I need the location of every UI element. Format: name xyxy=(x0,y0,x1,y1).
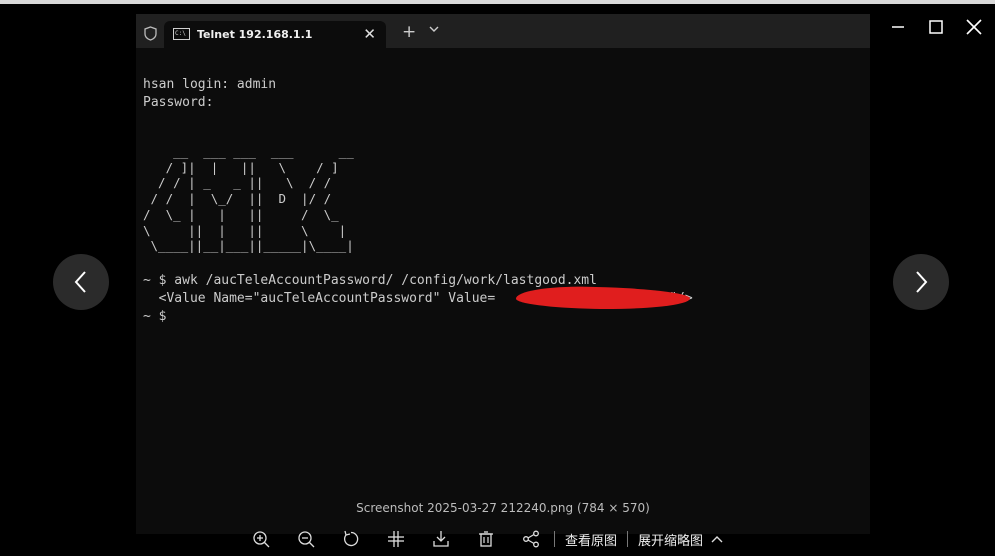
minimize-button[interactable] xyxy=(889,18,907,36)
zoom-out-icon xyxy=(298,531,315,548)
ascii-art-banner: __ ___ ___ ___ __ / ]| | || \ / ] / / | … xyxy=(143,144,354,254)
terminal-login-output: hsan login: admin Password: xyxy=(143,76,276,112)
chevron-left-icon xyxy=(74,271,86,293)
close-icon xyxy=(966,19,982,35)
toolbar-divider xyxy=(627,531,629,547)
maximize-icon xyxy=(929,20,943,34)
zoom-out-button[interactable] xyxy=(296,529,316,549)
output-prefix: <Value Name="aucTeleAccountPassword" Val… xyxy=(143,291,496,306)
viewer-toolbar: 查看原图 展开缩略图 xyxy=(251,528,723,550)
viewer-window-controls xyxy=(889,18,983,36)
minimize-icon xyxy=(892,26,904,28)
maximize-button[interactable] xyxy=(927,18,945,36)
terminal-icon: C:\ xyxy=(173,28,190,40)
prompt-line: ~ $ xyxy=(143,309,167,324)
tab-title: Telnet 192.168.1.1 xyxy=(197,28,313,41)
share-icon xyxy=(523,530,539,548)
new-tab-icon[interactable]: + xyxy=(402,22,416,42)
shield-icon xyxy=(144,26,157,41)
fit-button[interactable] xyxy=(386,529,406,549)
chevron-down-icon[interactable] xyxy=(429,26,439,33)
toolbar-divider xyxy=(554,531,555,547)
view-original-button[interactable]: 查看原图 xyxy=(565,530,617,549)
previous-image-button[interactable] xyxy=(53,254,109,310)
zoom-in-icon xyxy=(253,531,270,548)
command-line: ~ $ awk /aucTeleAccountPassword/ /config… xyxy=(143,273,597,288)
terminal-screenshot: C:\ Telnet 192.168.1.1 ✕ + hsan login: a… xyxy=(136,14,870,534)
close-tab-icon[interactable]: ✕ xyxy=(363,25,376,43)
download-icon xyxy=(433,531,449,547)
terminal-tab[interactable]: C:\ Telnet 192.168.1.1 ✕ xyxy=(164,21,386,48)
password-line: Password: xyxy=(143,95,214,110)
share-button[interactable] xyxy=(521,529,541,549)
download-button[interactable] xyxy=(431,529,451,549)
zoom-in-button[interactable] xyxy=(251,529,271,549)
delete-button[interactable] xyxy=(476,529,496,549)
terminal-tab-bar: C:\ Telnet 192.168.1.1 ✕ + xyxy=(136,14,870,48)
image-caption: Screenshot 2025-03-27 212240.png (784 × … xyxy=(356,501,650,515)
delete-icon xyxy=(479,531,493,547)
expand-thumbnails-button[interactable]: 展开缩略图 xyxy=(638,530,703,549)
next-image-button[interactable] xyxy=(893,254,949,310)
rotate-icon xyxy=(343,530,359,547)
login-line: hsan login: admin xyxy=(143,77,277,92)
fit-icon xyxy=(388,531,404,547)
chevron-right-icon xyxy=(916,271,928,293)
rotate-button[interactable] xyxy=(341,529,361,549)
close-button[interactable] xyxy=(965,18,983,36)
background-window-strip xyxy=(0,0,995,4)
chevron-up-icon[interactable] xyxy=(711,535,723,543)
